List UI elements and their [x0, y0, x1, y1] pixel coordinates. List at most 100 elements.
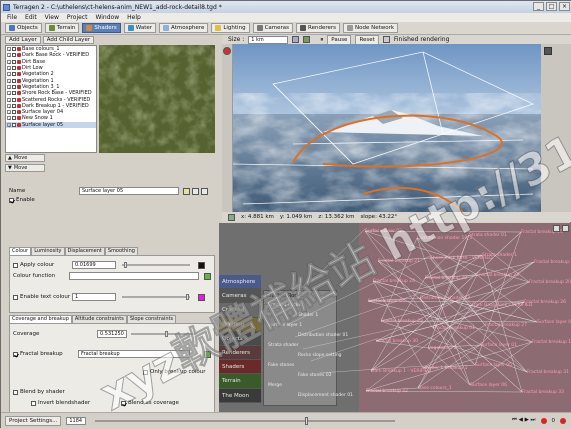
- toolbar-objects-button[interactable]: Objects: [5, 23, 42, 33]
- zoom-icon[interactable]: [553, 225, 560, 232]
- reset-button[interactable]: Reset: [355, 34, 379, 45]
- timeline-slider[interactable]: [95, 416, 396, 425]
- menu-file[interactable]: File: [3, 13, 21, 22]
- layer-enable-checkbox[interactable]: [12, 91, 16, 96]
- add-function-icon[interactable]: [204, 272, 211, 280]
- text-colour-value[interactable]: 1: [72, 293, 116, 301]
- layer-enable-checkbox[interactable]: [12, 84, 16, 89]
- enable-checkbox[interactable]: [9, 197, 14, 203]
- coverage-value[interactable]: 0.531250: [97, 330, 127, 338]
- name-field[interactable]: Surface layer 05: [79, 187, 179, 195]
- notes-icon[interactable]: [183, 187, 190, 195]
- layer-enable-checkbox[interactable]: [12, 103, 16, 108]
- apply-colour-checkbox[interactable]: [13, 262, 18, 268]
- error-icon[interactable]: [540, 417, 547, 424]
- minimize-button[interactable]: _: [533, 2, 544, 11]
- apply-colour-value[interactable]: 0.01699: [72, 261, 116, 269]
- move-up-button[interactable]: ▲ Move: [5, 154, 45, 162]
- invert-blendshader-checkbox[interactable]: [31, 400, 36, 406]
- expand-icon[interactable]: +: [7, 110, 11, 115]
- expand-icon[interactable]: [544, 47, 552, 55]
- tab-colour[interactable]: Colour: [9, 247, 32, 255]
- enable-text-colour-checkbox[interactable]: [13, 294, 18, 300]
- warning-icon[interactable]: [560, 417, 566, 424]
- blend-as-coverage-checkbox[interactable]: [121, 400, 126, 406]
- size-field[interactable]: 1 km: [248, 35, 289, 44]
- popout-icon[interactable]: [201, 187, 208, 195]
- toolbar-lighting-button[interactable]: Lighting: [211, 23, 250, 33]
- fit-icon[interactable]: [562, 225, 569, 232]
- sun-icon[interactable]: [223, 47, 231, 55]
- expand-icon[interactable]: +: [7, 78, 11, 84]
- node-network-panel[interactable]: AtmosphereCamerasCracked RocksLightingOb…: [219, 223, 571, 412]
- 3d-preview-viewport[interactable]: [233, 44, 541, 212]
- expand-icon[interactable]: +: [7, 122, 11, 128]
- tab-slope[interactable]: Slope constraints: [126, 315, 177, 323]
- fractal-breakup-field[interactable]: Fractal breakup: [78, 350, 190, 358]
- layer-enable-checkbox[interactable]: [12, 78, 16, 83]
- layer-enable-checkbox[interactable]: [12, 66, 16, 71]
- add-layer-button[interactable]: Add Layer: [5, 36, 41, 44]
- layer-enable-checkbox[interactable]: [12, 53, 16, 58]
- only-breakup-colour-checkbox[interactable]: [143, 369, 148, 375]
- toolbar-shaders-button[interactable]: Shaders: [82, 23, 121, 33]
- project-settings-button[interactable]: Project Settings...: [5, 415, 62, 426]
- colour-function-field[interactable]: [69, 272, 199, 280]
- layer-enable-checkbox[interactable]: [12, 59, 16, 64]
- expand-icon[interactable]: +: [7, 66, 11, 71]
- terrain-view-icon[interactable]: [303, 36, 311, 43]
- expand-icon[interactable]: +: [7, 103, 11, 109]
- menu-help[interactable]: Help: [123, 13, 145, 22]
- expand-icon[interactable]: +: [7, 97, 11, 103]
- apply-colour-slider[interactable]: [122, 262, 190, 268]
- expand-icon[interactable]: +: [7, 53, 11, 58]
- toolbar-node-network-button[interactable]: Node Network: [343, 23, 399, 33]
- pause-icon[interactable]: ⏸: [320, 36, 323, 44]
- expand-icon[interactable]: +: [7, 116, 11, 121]
- text-colour-swatch[interactable]: [198, 293, 205, 301]
- toolbar-water-button[interactable]: Water: [123, 23, 157, 33]
- expand-icon[interactable]: +: [7, 84, 11, 90]
- layer-enable-checkbox[interactable]: [12, 47, 16, 52]
- expand-icon[interactable]: +: [7, 59, 11, 65]
- layer-enable-checkbox[interactable]: [12, 116, 16, 121]
- layer-enable-checkbox[interactable]: [12, 97, 16, 102]
- expand-icon[interactable]: +: [7, 72, 11, 77]
- tab-coverage[interactable]: Coverage and breakup: [9, 315, 72, 323]
- tab-displacement[interactable]: Displacement: [64, 247, 105, 255]
- menu-view[interactable]: View: [41, 13, 63, 22]
- pause-button[interactable]: Pause: [327, 34, 352, 45]
- help-icon[interactable]: [192, 187, 199, 195]
- render-icon[interactable]: [382, 36, 390, 43]
- toolbar-terrain-button[interactable]: Terrain: [44, 23, 80, 33]
- menu-window[interactable]: Window: [91, 13, 123, 22]
- maximize-button[interactable]: □: [546, 2, 557, 11]
- camera-icon[interactable]: [292, 36, 300, 43]
- blend-by-shader-checkbox[interactable]: [13, 389, 18, 395]
- transport-icons[interactable]: ⏮ ◀ ▶ ⏭: [512, 417, 536, 424]
- tab-luminosity[interactable]: Luminosity: [31, 247, 65, 255]
- add-child-layer-button[interactable]: Add Child Layer: [42, 36, 95, 44]
- frame-field[interactable]: 1184: [66, 416, 87, 425]
- toolbar-cameras-button[interactable]: Cameras: [252, 23, 294, 33]
- layer-item[interactable]: + Surface layer 05: [6, 121, 96, 128]
- layer-enable-checkbox[interactable]: [12, 110, 16, 115]
- menu-project[interactable]: Project: [63, 13, 92, 22]
- tab-altitude[interactable]: Altitude constraints: [71, 315, 127, 323]
- menu-edit[interactable]: Edit: [21, 13, 41, 22]
- colour-swatch[interactable]: [198, 261, 205, 269]
- toolbar-renderers-button[interactable]: Renderers: [296, 23, 340, 33]
- layer-enable-checkbox[interactable]: [12, 122, 16, 127]
- close-button[interactable]: ×: [559, 2, 570, 11]
- expand-icon[interactable]: +: [7, 47, 11, 52]
- text-colour-slider[interactable]: [122, 294, 190, 300]
- toolbar-atmosphere-button[interactable]: Atmosphere: [159, 23, 209, 33]
- fractal-breakup-checkbox[interactable]: [13, 351, 18, 357]
- expand-icon[interactable]: +: [7, 91, 11, 96]
- layer-enable-checkbox[interactable]: [12, 72, 16, 77]
- coverage-slider[interactable]: [131, 331, 197, 337]
- move-down-button[interactable]: ▼ Move: [5, 164, 45, 172]
- fractal-breakup-add-icon[interactable]: [204, 350, 211, 358]
- tab-smoothing[interactable]: Smoothing: [104, 247, 138, 255]
- coverage-tabs: Coverage and breakup Altitude constraint…: [9, 315, 177, 323]
